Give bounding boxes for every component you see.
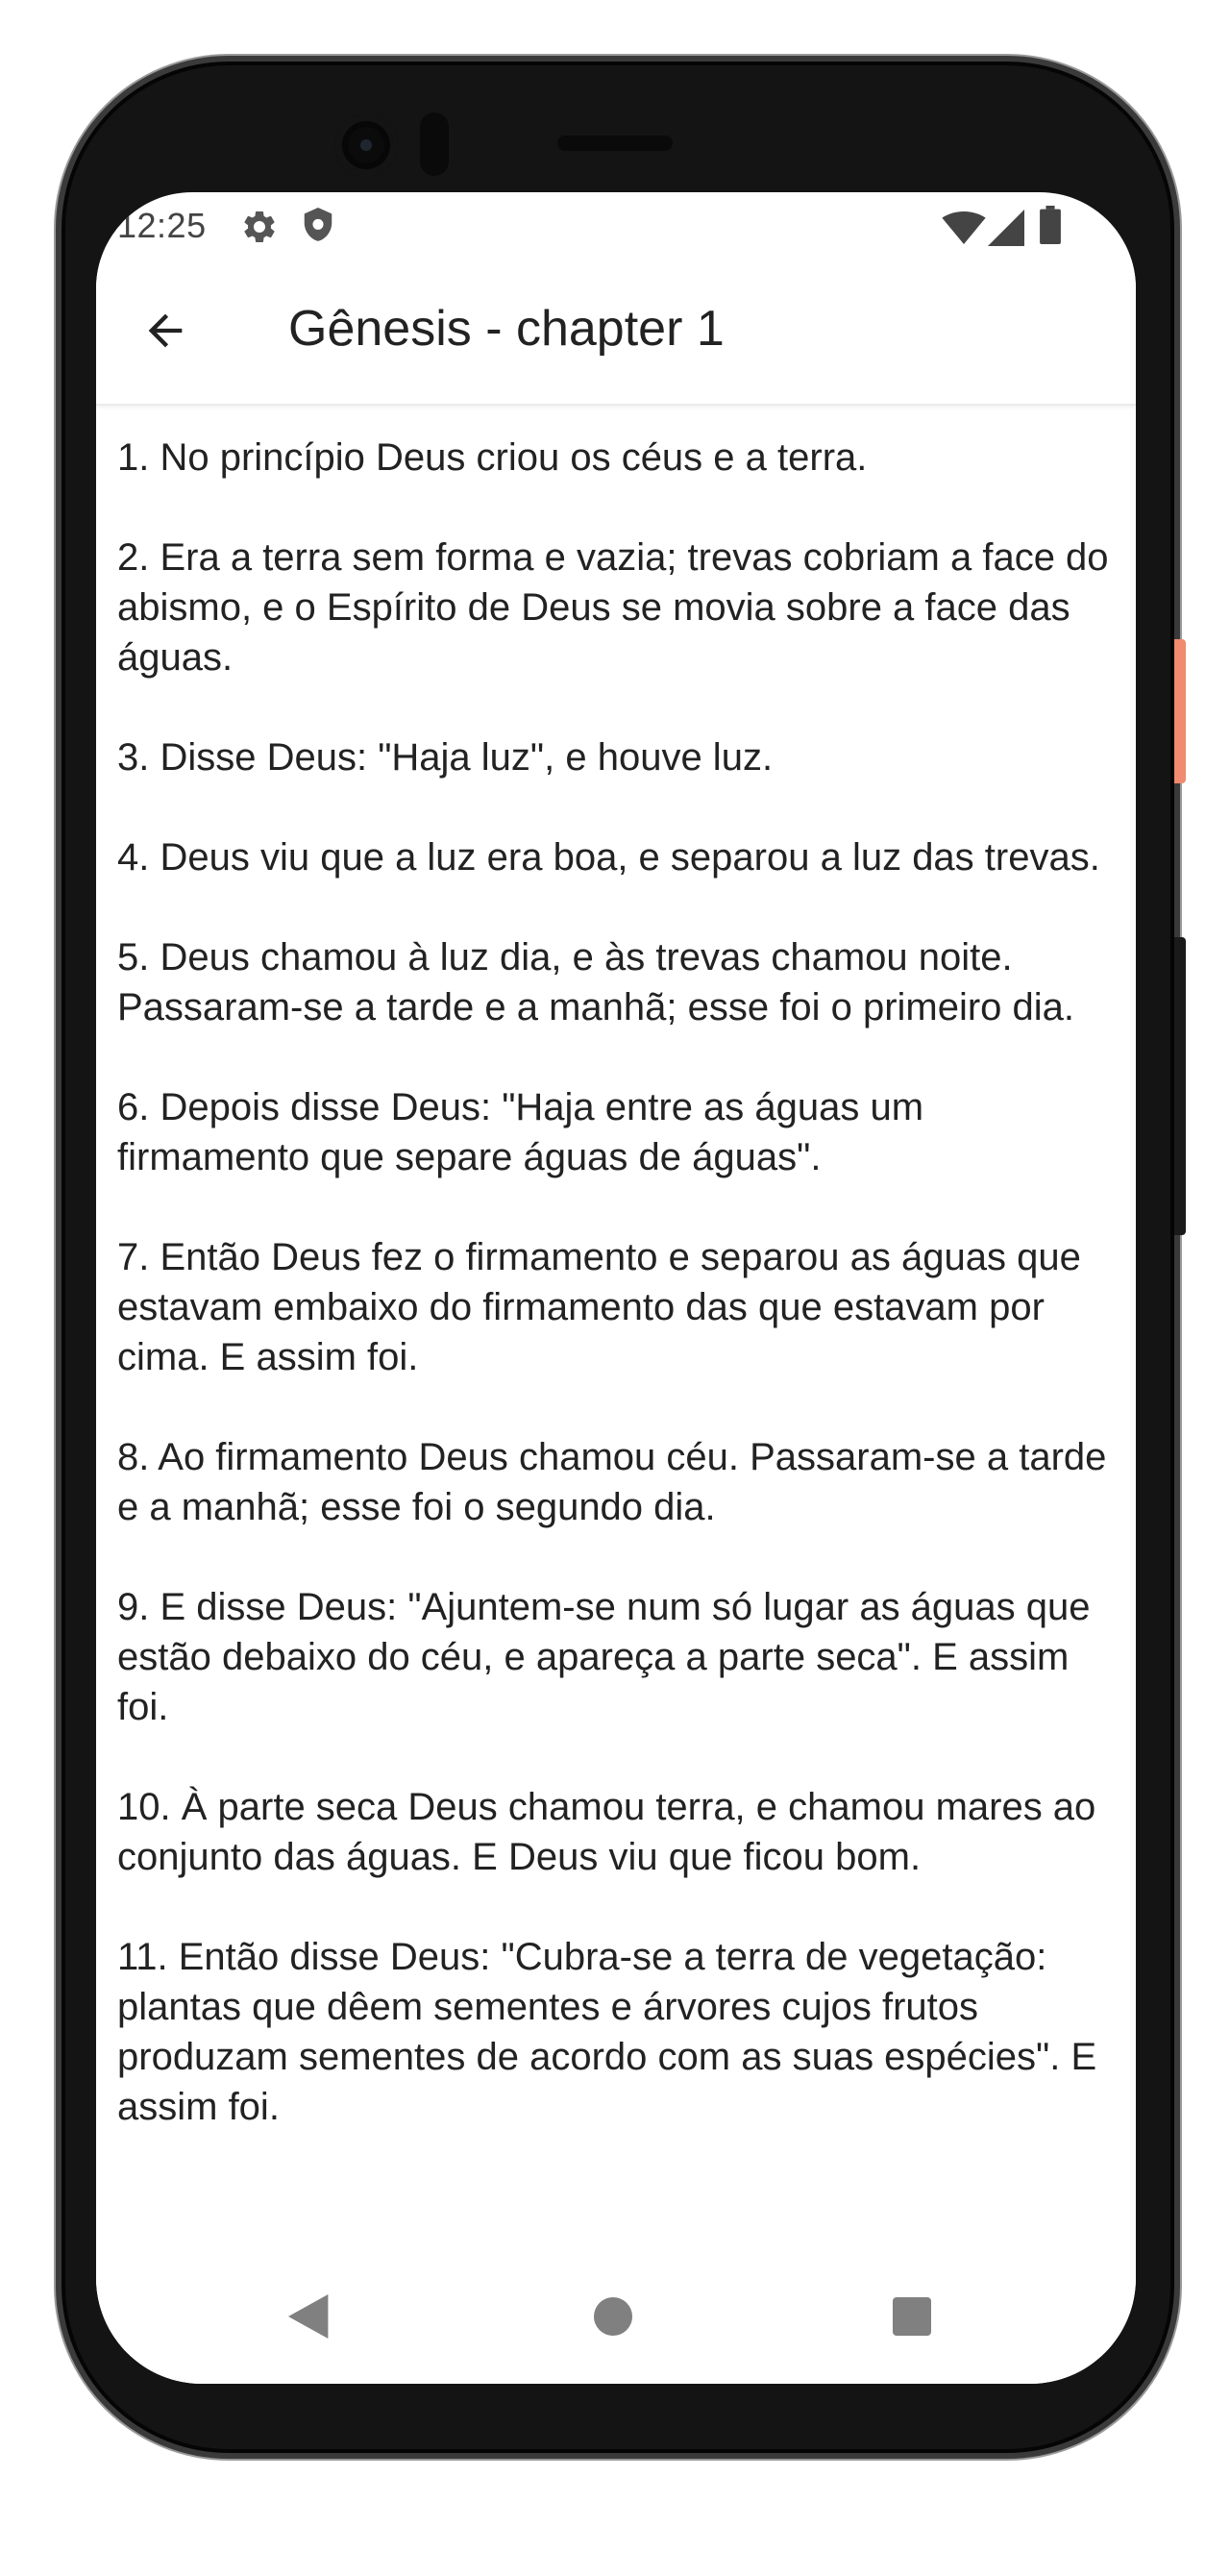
verse-item: 9. E disse Deus: "Ajuntem-se num só luga… (117, 1586, 1091, 1728)
wifi-icon (942, 211, 986, 244)
nav-home-icon[interactable] (594, 2297, 632, 2336)
gear-icon (244, 211, 275, 242)
proximity-sensor (420, 112, 449, 176)
status-time: 12:25 (117, 206, 207, 245)
arrow-left-icon (148, 313, 183, 348)
verse-item: 7. Então Deus fez o firmamento e separou… (117, 1236, 1081, 1378)
camera-lens (360, 139, 372, 151)
earpiece-speaker (557, 136, 673, 151)
nav-recents-icon[interactable] (893, 2297, 931, 2336)
verse-item: 6. Depois disse Deus: "Haja entre as águ… (117, 1086, 924, 1178)
verse-item: 3. Disse Deus: "Haja luz", e houve luz. (117, 736, 774, 779)
screen: 12:25 Gênesis - chapter 1 1. No princípi… (96, 192, 1136, 2384)
back-button[interactable] (136, 302, 194, 359)
verse-list[interactable]: 1. No princípio Deus criou os céus e a t… (96, 406, 1136, 2251)
nav-back-icon[interactable] (288, 2294, 332, 2339)
system-nav-bar (96, 2249, 1136, 2384)
camera-icon (334, 113, 398, 177)
verse-item: 2. Era a terra sem forma e vazia; trevas… (117, 536, 1109, 679)
verse-item: 11. Então disse Deus: "Cubra-se a terra … (117, 1936, 1097, 2128)
verse-item: 4. Deus viu que a luz era boa, e separou… (117, 836, 1100, 879)
verse-item: 8. Ao firmamento Deus chamou céu. Passar… (117, 1436, 1107, 1528)
verse-item: 5. Deus chamou à luz dia, e às trevas ch… (117, 936, 1075, 1028)
app-bar: Gênesis - chapter 1 (96, 260, 1136, 406)
volume-button (1174, 937, 1186, 1235)
verse-item: 10. À parte seca Deus chamou terra, e ch… (117, 1786, 1096, 1878)
verse-item: 1. No princípio Deus criou os céus e a t… (117, 436, 868, 479)
signal-icon (988, 210, 1024, 246)
page-title: Gênesis - chapter 1 (288, 301, 725, 357)
status-bar: 12:25 (96, 192, 1136, 260)
power-button (1174, 639, 1186, 783)
shield-icon (304, 208, 332, 241)
battery-icon (1040, 206, 1061, 244)
